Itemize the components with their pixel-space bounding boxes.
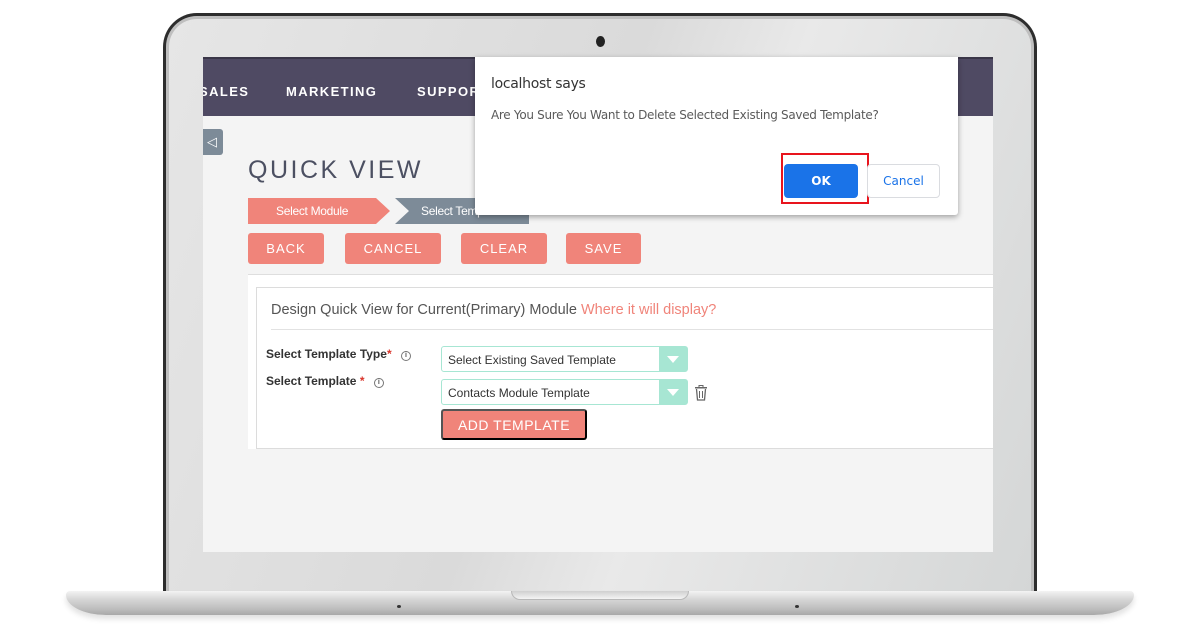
info-icon[interactable]: i: [373, 378, 384, 388]
dialog-message: Are You Sure You Want to Delete Selected…: [491, 108, 879, 122]
add-template-button[interactable]: ADD TEMPLATE: [441, 409, 587, 440]
template-label: Select Template * i: [266, 374, 384, 388]
chevron-down-icon[interactable]: [659, 380, 687, 404]
webcam-icon: [596, 36, 605, 47]
panel-heading: Design Quick View for Current(Primary) M…: [271, 302, 716, 318]
collapse-left-icon: ◁: [207, 134, 217, 149]
template-select[interactable]: Contacts Module Template: [441, 379, 688, 405]
laptop-foot: [397, 605, 401, 608]
chevron-down-icon[interactable]: [659, 347, 687, 371]
panel-heading-text: Design Quick View for Current(Primary) M…: [271, 302, 577, 318]
template-type-label-text: Select Template Type: [266, 347, 387, 361]
page-title: QUICK VIEW: [248, 156, 424, 184]
template-label-text: Select Template: [266, 374, 360, 388]
required-mark: *: [386, 347, 392, 361]
trash-icon[interactable]: [694, 385, 708, 401]
sidebar-toggle-button[interactable]: ◁: [203, 129, 223, 155]
ok-button[interactable]: OK: [784, 164, 858, 198]
design-panel: Design Quick View for Current(Primary) M…: [256, 287, 993, 449]
nav-item-sales[interactable]: SALES: [203, 84, 249, 99]
template-value: Contacts Module Template: [448, 386, 590, 400]
wizard-step-select-module[interactable]: Select Module: [248, 198, 390, 224]
dialog-cancel-button[interactable]: Cancel: [867, 164, 940, 198]
template-type-value: Select Existing Saved Template: [448, 353, 616, 367]
required-mark: *: [359, 374, 365, 388]
clear-button[interactable]: CLEAR: [461, 233, 547, 264]
laptop-notch: [511, 591, 689, 600]
cancel-button[interactable]: CANCEL: [345, 233, 441, 264]
template-type-label: Select Template Type* i: [266, 347, 411, 361]
confirm-dialog: localhost says Are You Sure You Want to …: [475, 57, 958, 215]
dialog-title: localhost says: [491, 76, 586, 92]
laptop-foot: [795, 605, 799, 608]
template-type-select[interactable]: Select Existing Saved Template: [441, 346, 688, 372]
info-icon[interactable]: i: [400, 351, 411, 361]
panel-divider: [271, 329, 993, 330]
where-display-link[interactable]: Where it will display?: [581, 302, 716, 318]
nav-item-marketing[interactable]: MARKETING: [286, 84, 377, 99]
back-button[interactable]: BACK: [248, 233, 324, 264]
save-button[interactable]: SAVE: [566, 233, 641, 264]
